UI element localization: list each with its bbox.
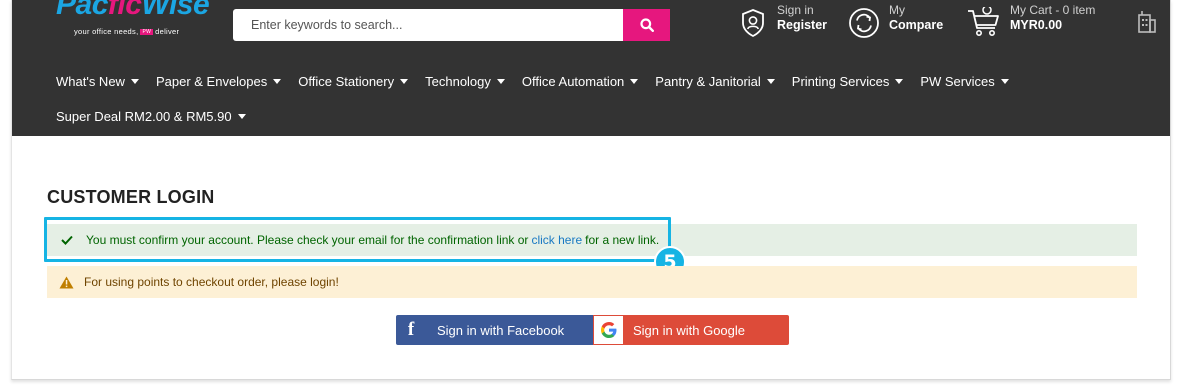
caret-down-icon: [496, 79, 505, 84]
nav-paper-envelopes[interactable]: Paper & Envelopes: [155, 74, 282, 89]
nav-pantry-janitorial[interactable]: Pantry & Janitorial: [655, 74, 775, 89]
caret-down-icon: [237, 114, 246, 119]
main-nav-row-2: Super Deal RM2.00 & RM5.90: [56, 109, 246, 124]
signin-register-link[interactable]: Sign in Register: [738, 0, 827, 46]
nav-pw-services[interactable]: PW Services: [920, 74, 1009, 89]
logo-text-1: Pac: [56, 0, 108, 21]
success-text: You must confirm your account. Please ch…: [86, 233, 529, 247]
nav-label: Office Automation: [521, 74, 625, 89]
facebook-icon: f: [407, 319, 415, 340]
google-g-icon: [600, 322, 616, 338]
nav-super-deal[interactable]: Super Deal RM2.00 & RM5.90: [56, 109, 246, 124]
search-input[interactable]: [233, 9, 623, 41]
logo-tagline-a: your office needs,: [74, 27, 139, 36]
nav-label: Printing Services: [791, 74, 890, 89]
signin-label: Sign in: [777, 3, 814, 17]
warning-icon: [59, 276, 74, 288]
building-icon: [1138, 11, 1156, 33]
search-icon: [639, 18, 654, 32]
caret-down-icon: [273, 79, 282, 84]
register-label: Register: [777, 18, 828, 32]
logo-tagline-b: deliver: [155, 27, 180, 36]
caret-down-icon: [400, 79, 409, 84]
cart-icon: [968, 7, 999, 36]
nav-label: What's New: [56, 74, 125, 89]
compare-arrows-icon: [849, 8, 879, 38]
caret-down-icon: [895, 79, 904, 84]
warning-message: For using points to checkout order, plea…: [47, 266, 1137, 298]
main-nav: What's New Paper & Envelopes Office Stat…: [56, 74, 1009, 89]
nav-office-automation[interactable]: Office Automation: [521, 74, 639, 89]
nav-whats-new[interactable]: What's New: [56, 74, 139, 89]
logo[interactable]: PacficWise your office needs, PW deliver: [56, 0, 216, 46]
browser-frame: PacficWise your office needs,PWdeliver S…: [11, 0, 1171, 380]
nav-label: Pantry & Janitorial: [655, 74, 761, 89]
cart-total: MYR0.00: [1010, 18, 1063, 32]
google-signin-button[interactable]: Sign in with Google: [593, 315, 789, 345]
cart-link[interactable]: My Cart - 0 item MYR0.00: [967, 0, 1095, 46]
cart-count-label: My Cart - 0 item: [1010, 3, 1096, 17]
success-message: You must confirm your account. Please ch…: [47, 224, 1137, 256]
logo-text-2: fic: [107, 0, 142, 21]
compare-label-1: My: [889, 3, 905, 17]
success-text-end: for a new link.: [585, 233, 660, 247]
caret-down-icon: [766, 79, 775, 84]
caret-down-icon: [130, 79, 139, 84]
nav-label: Super Deal RM2.00 & RM5.90: [56, 109, 232, 124]
warning-text: For using points to checkout order, plea…: [84, 275, 339, 289]
check-icon: [61, 235, 73, 245]
compare-label-2: Compare: [889, 18, 944, 32]
nav-label: PW Services: [920, 74, 995, 89]
caret-down-icon: [1000, 79, 1009, 84]
search-button[interactable]: [623, 9, 670, 41]
page-title: CUSTOMER LOGIN: [47, 187, 215, 207]
nav-label: Office Stationery: [298, 74, 395, 89]
user-shield-icon: [742, 9, 764, 38]
nav-office-stationery[interactable]: Office Stationery: [298, 74, 409, 89]
nav-technology[interactable]: Technology: [425, 74, 505, 89]
account-button[interactable]: [1137, 10, 1157, 39]
resend-confirmation-link[interactable]: click here: [531, 233, 582, 247]
facebook-signin-label: Sign in with Facebook: [437, 322, 565, 338]
logo-tagline: your office needs, PW deliver: [74, 27, 179, 36]
logo-wordmark: PacficWise: [56, 0, 210, 22]
facebook-signin-button[interactable]: f Sign in with Facebook: [396, 315, 593, 345]
google-icon: [593, 315, 624, 345]
compare-link[interactable]: My Compare: [848, 0, 943, 46]
nav-label: Technology: [425, 74, 491, 89]
logo-tagline-badge: PW: [140, 29, 154, 36]
nav-printing-services[interactable]: Printing Services: [792, 74, 904, 89]
nav-label: Paper & Envelopes: [155, 74, 268, 89]
logo-text-3: Wise: [141, 0, 210, 21]
google-signin-label: Sign in with Google: [633, 322, 746, 338]
caret-down-icon: [630, 79, 639, 84]
site-header: PacficWise your office needs,PWdeliver S…: [12, 0, 1170, 136]
